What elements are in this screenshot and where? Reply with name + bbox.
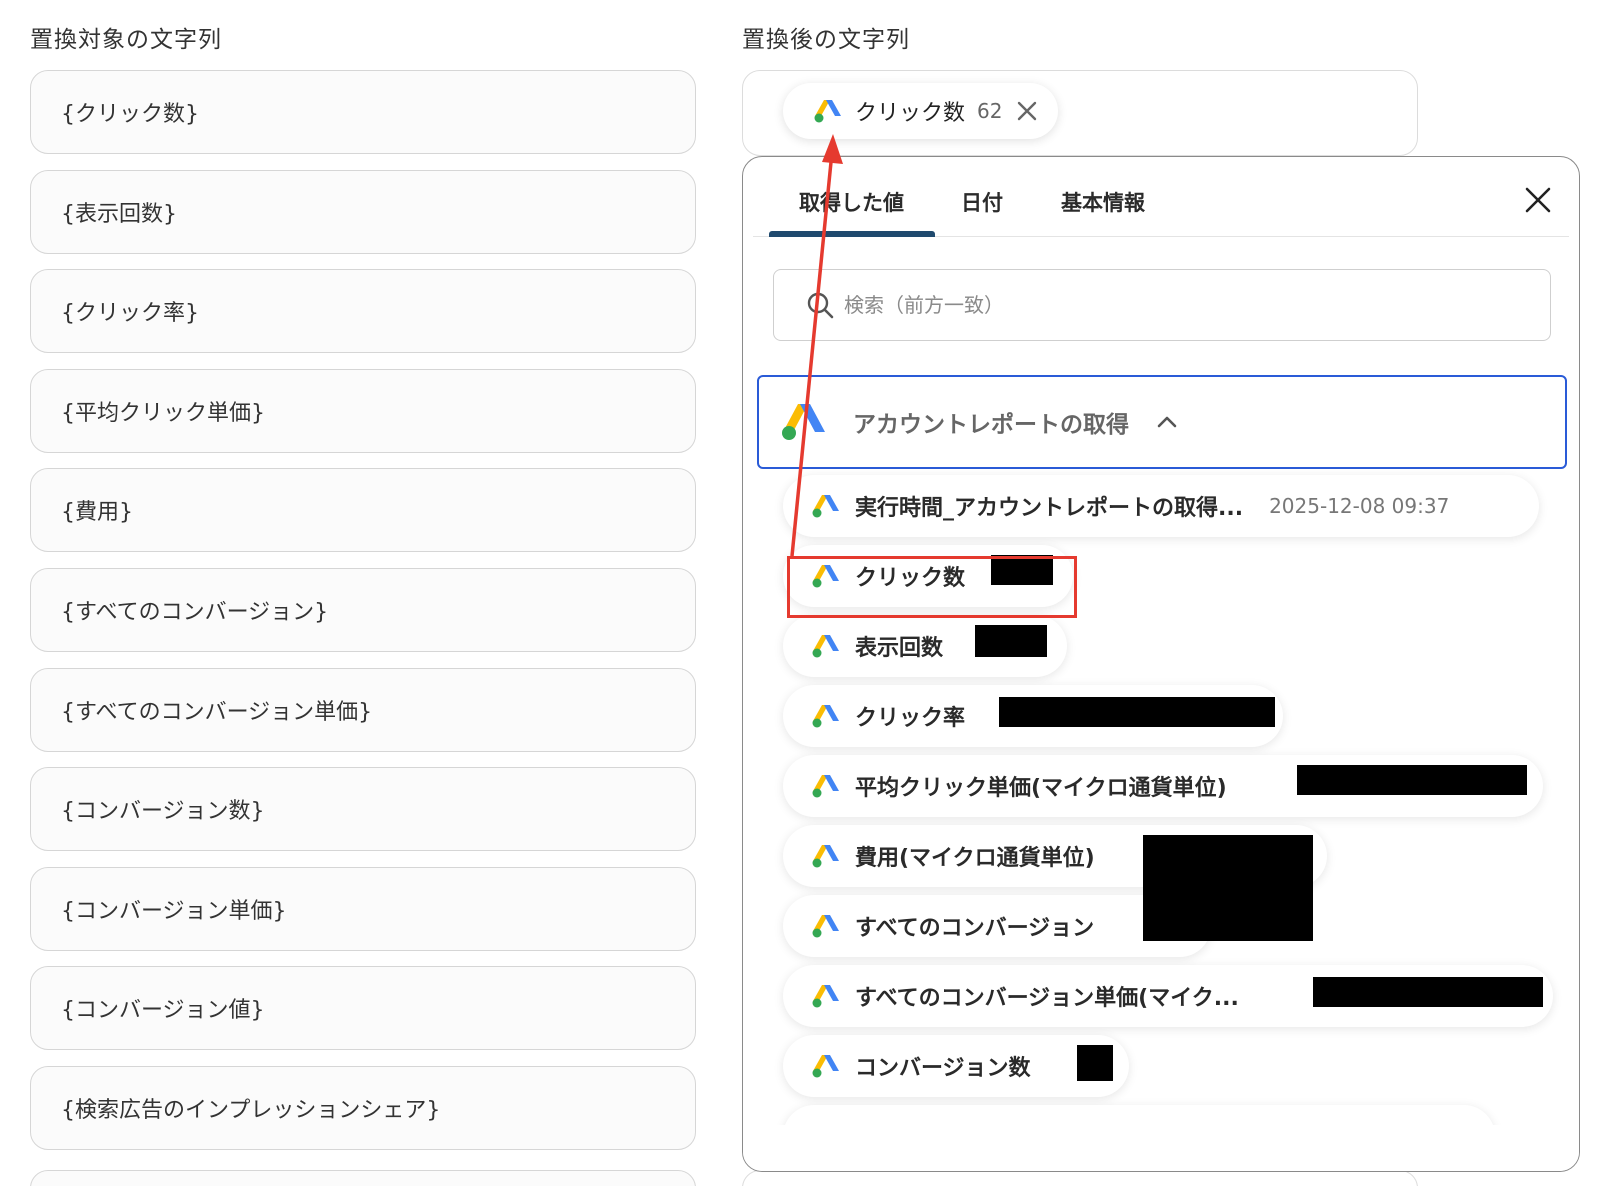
value-item-label: すべてのコンバージョン	[855, 916, 1095, 941]
redacted-value	[1297, 765, 1527, 795]
find-item-text: {クリック率}	[61, 301, 199, 327]
find-item[interactable]: {クリック数}	[30, 70, 696, 154]
find-list: {クリック数} {表示回数} {クリック率} {平均クリック単価} {費用} {…	[30, 70, 696, 1166]
find-item-text: {クリック数}	[61, 102, 199, 127]
find-item-text: {表示回数}	[61, 201, 177, 227]
google-ads-icon	[814, 100, 841, 123]
find-item[interactable]: {費用}	[30, 468, 696, 553]
redacted-value	[999, 697, 1275, 727]
value-item-label: 費用(マイクロ通貨単位)	[855, 846, 1095, 871]
chip-value: 62	[977, 99, 1003, 123]
screen: 置換対象の文字列 {クリック数} {表示回数} {クリック率} {平均クリック単…	[0, 0, 1600, 1186]
value-item-label: クリック率	[855, 706, 966, 731]
find-item[interactable]: {表示回数}	[30, 169, 696, 254]
value-item-label: すべてのコンバージョン単価(マイク...	[855, 986, 1239, 1011]
find-item[interactable]: {検索広告のインプレッションシェア}	[30, 1065, 696, 1150]
find-item[interactable]: {すべてのコンバージョン単価}	[30, 667, 696, 752]
value-chip[interactable]: クリック数 62	[783, 83, 1059, 139]
section-title: アカウントレポートの取得	[853, 412, 1129, 438]
find-item-text: {コンバージョン単価}	[61, 898, 287, 924]
find-item[interactable]: {平均クリック単価}	[30, 368, 696, 453]
find-item[interactable]: {コンバージョン単価}	[30, 866, 696, 951]
find-item-text: {費用}	[61, 500, 133, 526]
replace-input[interactable]	[742, 1170, 1418, 1186]
find-item-text: {検索広告のインプレッションシェア}	[61, 1097, 441, 1123]
find-section-title: 置換対象の文字列	[30, 27, 222, 53]
active-tab-indicator	[769, 231, 935, 237]
redacted-value	[1143, 835, 1313, 941]
find-item[interactable]: {コンバージョン値}	[30, 966, 696, 1051]
replace-section-title: 置換後の文字列	[742, 27, 910, 53]
search-field[interactable]	[773, 269, 1551, 341]
google-ads-icon	[812, 915, 839, 938]
google-ads-icon	[812, 705, 839, 728]
value-picker-panel: 取得した値 日付 基本情報 アカウントレポートの取得	[742, 156, 1580, 1172]
redacted-value	[975, 625, 1047, 657]
annotation-highlight-box	[787, 556, 1077, 618]
search-input[interactable]	[844, 293, 1444, 317]
google-ads-icon	[812, 495, 839, 518]
find-item-text: {すべてのコンバージョン単価}	[61, 699, 373, 725]
find-item-text: {平均クリック単価}	[61, 400, 265, 426]
redacted-value	[1313, 977, 1543, 1007]
value-item[interactable]: 実行時間_アカウントレポートの取得... 2025-12-08 09:37	[783, 475, 1539, 537]
tab-date[interactable]: 日付	[961, 187, 1003, 217]
value-item-value: 2025-12-08 09:37	[1269, 494, 1450, 518]
value-item-label: コンバージョン数	[855, 1056, 1031, 1081]
section-header[interactable]: アカウントレポートの取得	[757, 375, 1567, 469]
redacted-value	[1077, 1045, 1113, 1081]
find-item[interactable]: {クリック率}	[30, 269, 696, 354]
google-ads-icon	[812, 635, 839, 658]
find-item-text: {コンバージョン値}	[61, 998, 265, 1024]
value-item-label: 平均クリック単価(マイクロ通貨単位)	[855, 776, 1227, 801]
find-item-text: {コンバージョン数}	[61, 799, 265, 825]
tab-bar: 取得した値 日付 基本情報	[753, 157, 1569, 237]
chevron-up-icon	[1157, 416, 1177, 428]
google-ads-icon	[812, 1055, 839, 1078]
value-item-label: 実行時間_アカウントレポートの取得...	[855, 496, 1244, 521]
close-icon[interactable]	[1014, 98, 1040, 124]
find-item-text: {すべてのコンバージョン}	[61, 599, 329, 625]
chip-label: クリック数	[855, 101, 966, 126]
find-item[interactable]: {コンバージョン数}	[30, 767, 696, 852]
google-ads-icon	[812, 845, 839, 868]
google-ads-icon	[782, 404, 825, 440]
find-item[interactable]	[30, 1170, 696, 1186]
replace-input[interactable]: クリック数 62	[742, 70, 1418, 156]
google-ads-icon	[812, 985, 839, 1008]
tab-acquired-values[interactable]: 取得した値	[799, 187, 904, 217]
panel-bottom-fade	[743, 1125, 1579, 1171]
google-ads-icon	[812, 775, 839, 798]
tab-basic-info[interactable]: 基本情報	[1061, 187, 1145, 217]
close-icon[interactable]	[1523, 185, 1553, 215]
search-icon	[807, 292, 834, 319]
value-item-label: 表示回数	[855, 636, 944, 661]
find-item[interactable]: {すべてのコンバージョン}	[30, 567, 696, 652]
